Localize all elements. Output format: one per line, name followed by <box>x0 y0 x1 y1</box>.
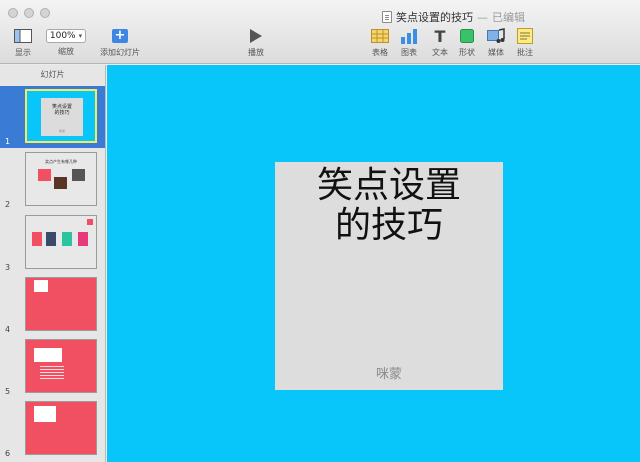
view-label: 显示 <box>15 48 31 57</box>
chevron-down-icon: ▾ <box>78 32 83 40</box>
view-button[interactable]: 显示 <box>14 28 32 58</box>
zoom-label: 缩放 <box>58 47 74 56</box>
media-icon <box>487 28 505 44</box>
zoom-value: 100% <box>49 31 76 41</box>
slide-number: 6 <box>5 449 11 458</box>
thumb-title: 笑点产生有哪几种 <box>45 159 77 164</box>
add-slide-button[interactable]: + 添加幻灯片 <box>100 28 140 58</box>
slide-canvas[interactable]: 笑点设置 的技巧 咪蒙 <box>107 65 640 462</box>
title-card[interactable]: 笑点设置 的技巧 咪蒙 <box>275 162 503 390</box>
slide-preview <box>25 277 97 331</box>
thumb-block <box>72 169 85 181</box>
slide-preview <box>25 401 97 455</box>
slide-preview <box>25 215 97 269</box>
slide-navigator: 幻灯片 笑点设置 的技巧 咪蒙 1 笑点产生有哪几种 2 3 4 5 6 <box>0 65 106 462</box>
thumb-subtitle: 咪蒙 <box>58 129 65 133</box>
thumb-title: 笑点设置 的技巧 <box>51 104 72 116</box>
chart-icon <box>400 28 418 44</box>
toolbar: 笑点设置的技巧 — 已编辑 显示 100% ▾ 缩放 + 添加幻灯片 播放 表格… <box>0 0 640 64</box>
window-title: 笑点设置的技巧 — 已编辑 <box>382 10 525 24</box>
keynote-window: 笑点设置的技巧 — 已编辑 显示 100% ▾ 缩放 + 添加幻灯片 播放 表格… <box>0 0 640 462</box>
slide-thumbnail-5[interactable]: 5 <box>0 336 105 398</box>
slide-preview: 笑点设置 的技巧 咪蒙 <box>25 89 97 143</box>
edit-status: 已编辑 <box>492 11 525 24</box>
media-label: 媒体 <box>488 48 504 57</box>
navigator-header: 幻灯片 <box>40 70 65 79</box>
shape-label: 形状 <box>459 48 475 57</box>
add-slide-icon: + <box>112 29 128 43</box>
thumb-note <box>34 280 48 292</box>
thumb-block <box>62 232 72 246</box>
slide-thumbnail-2[interactable]: 笑点产生有哪几种 2 <box>0 149 105 211</box>
thumb-block <box>54 177 67 189</box>
slide-thumbnail-3[interactable]: 3 <box>0 212 105 274</box>
zoom-window-button[interactable] <box>40 8 50 18</box>
add-slide-label: 添加幻灯片 <box>100 48 140 57</box>
zoom-select[interactable]: 100% ▾ <box>46 29 86 43</box>
thumb-lines <box>40 366 64 367</box>
slide-preview: 笑点产生有哪几种 <box>25 152 97 206</box>
slide-thumbnail-1[interactable]: 笑点设置 的技巧 咪蒙 1 <box>0 86 105 148</box>
table-icon <box>371 28 389 44</box>
comment-label: 批注 <box>517 48 533 57</box>
table-button[interactable]: 表格 <box>371 28 389 58</box>
play-button[interactable]: 播放 <box>247 28 265 58</box>
chart-label: 图表 <box>401 48 417 57</box>
slide-title[interactable]: 笑点设置 的技巧 <box>275 166 503 246</box>
slide-number: 1 <box>5 137 11 146</box>
document-icon <box>382 11 392 23</box>
comment-button[interactable]: 批注 <box>516 28 534 58</box>
thumb-block <box>46 232 56 246</box>
thumb-note <box>34 348 62 362</box>
minimize-window-button[interactable] <box>24 8 34 18</box>
slide-number: 3 <box>5 263 11 272</box>
slide-number: 5 <box>5 387 11 396</box>
close-window-button[interactable] <box>8 8 18 18</box>
title-separator: — <box>477 10 488 24</box>
table-label: 表格 <box>372 48 388 57</box>
slide-number: 4 <box>5 325 11 334</box>
thumb-block <box>87 219 93 225</box>
thumb-block <box>32 232 42 246</box>
thumb-card: 笑点设置 的技巧 咪蒙 <box>41 98 83 136</box>
slide-thumbnail-6[interactable]: 6 <box>0 398 105 460</box>
text-button[interactable]: T 文本 <box>431 26 449 58</box>
comment-icon <box>516 28 534 44</box>
shape-button[interactable]: 形状 <box>458 28 476 58</box>
text-label: 文本 <box>432 48 448 57</box>
sidebar-view-icon <box>14 28 32 44</box>
add-slide-icon-wrap: + <box>111 28 129 44</box>
thumb-block <box>78 232 88 246</box>
slide-subtitle[interactable]: 咪蒙 <box>275 363 503 382</box>
slide-number: 2 <box>5 200 11 209</box>
chart-button[interactable]: 图表 <box>400 28 418 58</box>
play-label: 播放 <box>248 48 264 57</box>
window-controls <box>8 8 50 18</box>
document-title[interactable]: 笑点设置的技巧 <box>396 9 473 25</box>
slide-preview <box>25 339 97 393</box>
shape-icon <box>458 28 476 44</box>
text-icon: T <box>434 26 446 46</box>
thumb-block <box>38 169 51 181</box>
slide-thumbnail-4[interactable]: 4 <box>0 274 105 336</box>
play-icon <box>247 28 265 44</box>
zoom-control[interactable]: 100% ▾ 缩放 <box>46 28 86 57</box>
media-button[interactable]: 媒体 <box>487 28 505 58</box>
thumb-note <box>34 406 56 422</box>
